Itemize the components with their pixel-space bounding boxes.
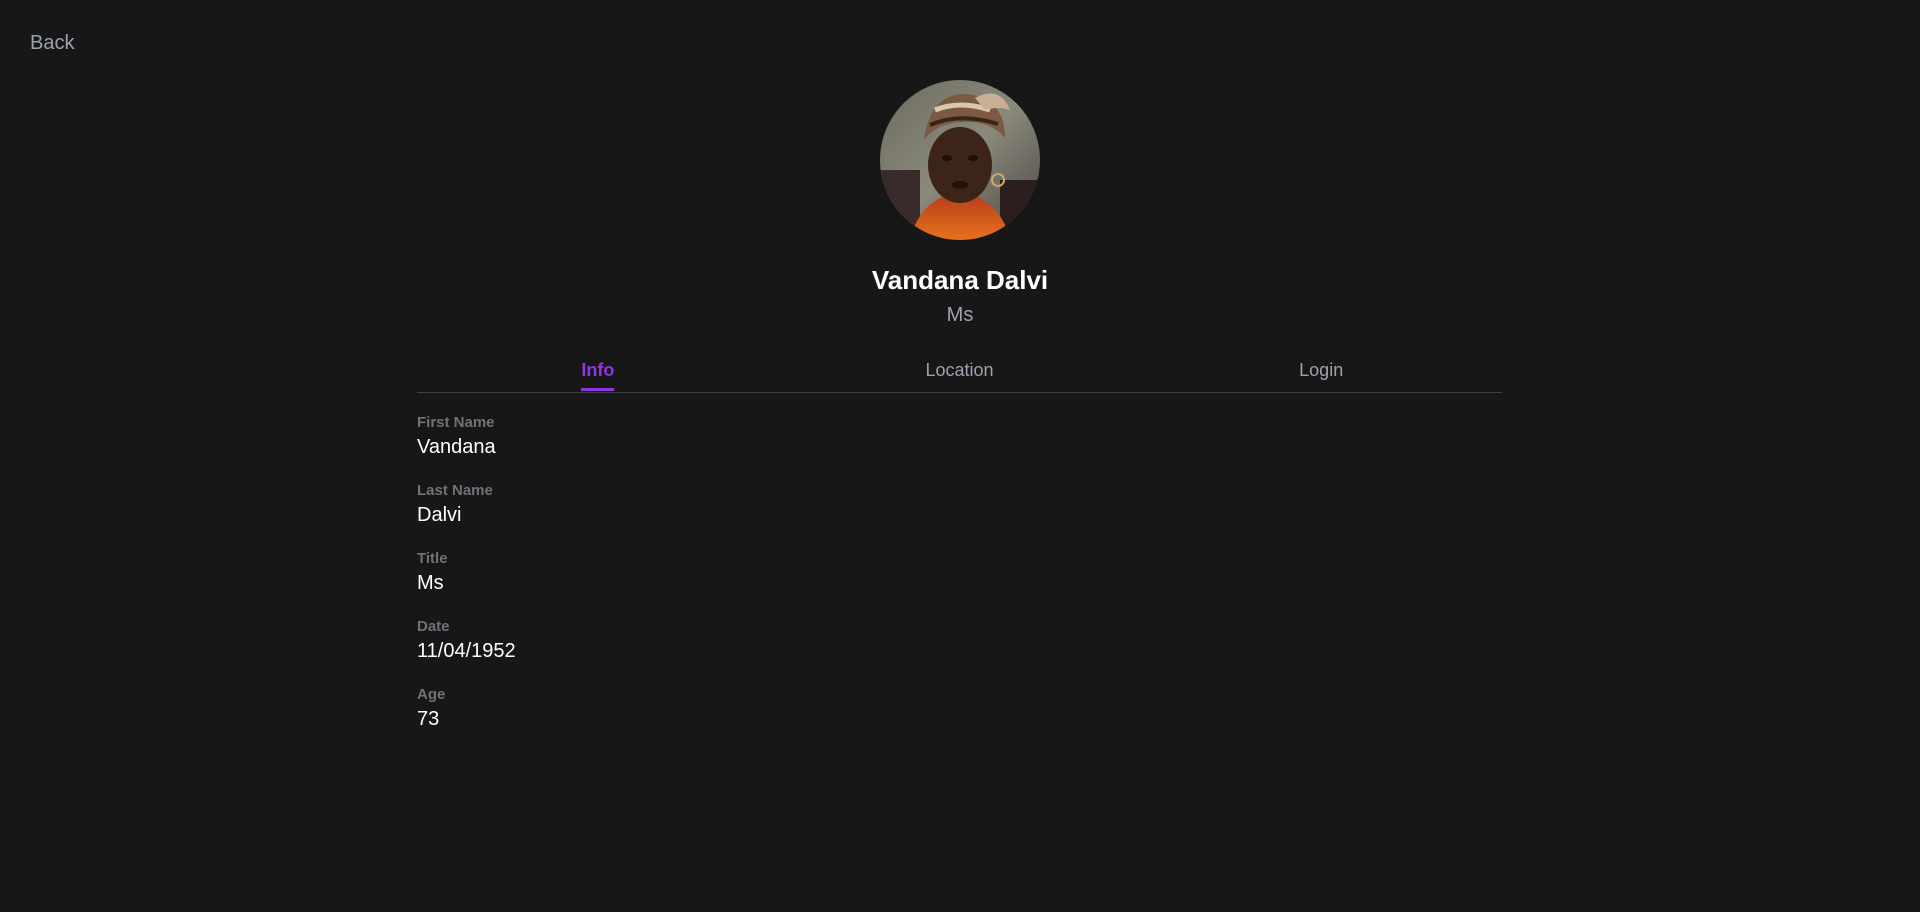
field-value: Ms — [417, 572, 444, 594]
field-value: 73 — [417, 708, 440, 730]
field-date: Date 11/04/1952 — [417, 618, 516, 665]
info-panel: First Name Vandana Last Name Dalvi Title… — [417, 414, 516, 754]
tab-info[interactable]: Info — [417, 352, 779, 392]
tab-info-label: Info — [581, 352, 615, 391]
tab-location[interactable]: Location — [779, 352, 1141, 392]
field-label: Last Name — [417, 482, 493, 499]
profile-title: Ms — [946, 304, 974, 326]
field-age: Age 73 — [417, 686, 516, 733]
field-value: 11/04/1952 — [417, 640, 516, 662]
field-label: Title — [417, 550, 448, 567]
field-value: Vandana — [417, 436, 496, 458]
tab-login-label: Login — [1299, 360, 1344, 380]
field-last-name: Last Name Dalvi — [417, 482, 516, 529]
tab-location-label: Location — [925, 360, 994, 380]
field-value: Dalvi — [417, 504, 462, 526]
tab-bar: Info Location Login — [417, 352, 1502, 393]
field-first-name: First Name Vandana — [417, 414, 516, 461]
profile-name: Vandana Dalvi — [871, 265, 1049, 295]
tab-login[interactable]: Login — [1140, 352, 1502, 392]
profile-header: Vandana Dalvi Ms — [0, 80, 1920, 328]
field-label: First Name — [417, 414, 495, 431]
profile-page: Back Vandana Dalvi Ms Info Location Logi… — [0, 0, 1920, 912]
field-label: Date — [417, 618, 450, 635]
back-link[interactable]: Back — [30, 32, 74, 55]
field-title: Title Ms — [417, 550, 516, 597]
avatar — [880, 80, 1040, 240]
avatar-photo — [880, 80, 1040, 240]
field-label: Age — [417, 686, 446, 703]
